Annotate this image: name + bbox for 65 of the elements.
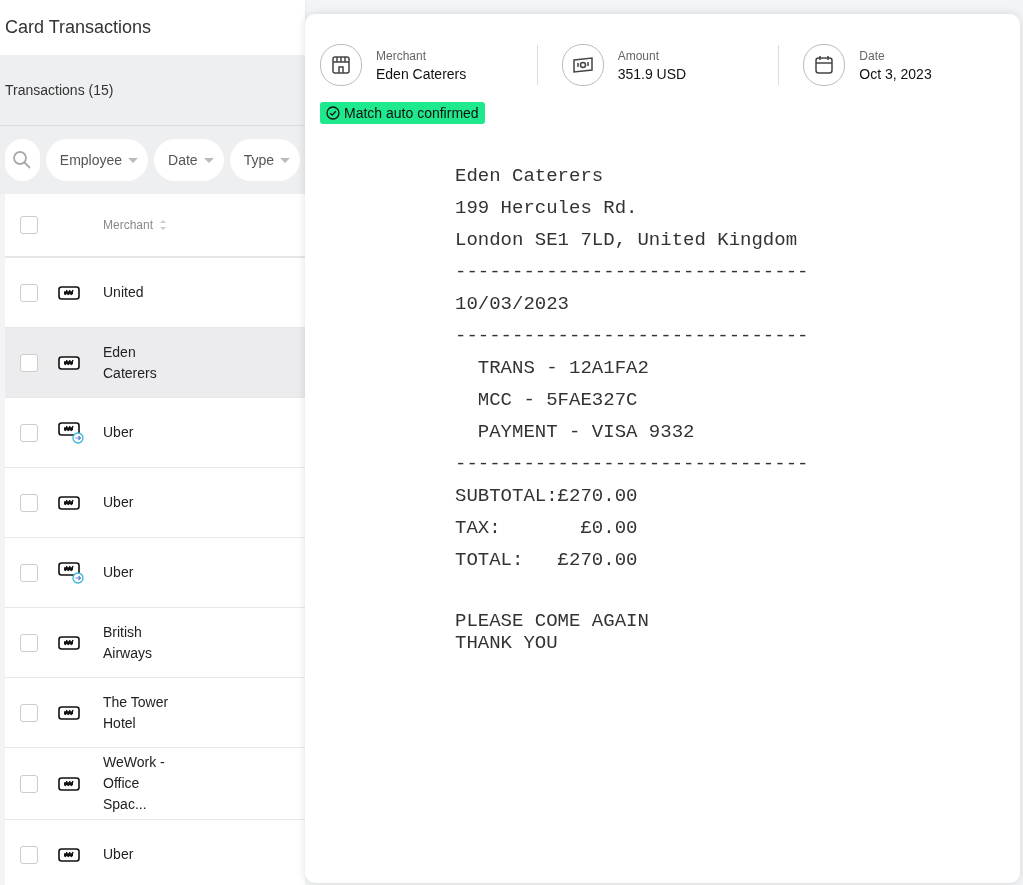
receipt-line: London SE1 7LD, United Kingdom [455,228,799,253]
receipt-line: Eden Caterers [455,164,605,189]
table-row[interactable]: Uber [5,820,305,885]
table-row[interactable]: Eden Caterers [5,328,305,398]
row-checkbox[interactable] [20,423,38,442]
row-checkbox[interactable] [20,493,38,512]
search-icon [12,150,33,170]
banknote-icon [571,54,594,76]
row-checkbox[interactable] [20,563,38,582]
table-row[interactable]: Uber [5,398,305,468]
field-value: Oct 3, 2023 [859,65,932,82]
merchant-name: Uber [103,423,135,442]
row-checkbox[interactable] [20,353,38,372]
receipt-line: TOTAL: £270.00 [455,548,639,573]
calendar-icon [813,54,836,76]
receipt-line: ------------------------------- [455,260,810,285]
search-button[interactable] [5,139,40,181]
caret-icon [128,157,139,163]
check-circle-icon [326,106,340,120]
storefront-icon [330,54,352,76]
merchant-name: Uber [103,845,135,864]
row-checkbox[interactable] [20,283,38,302]
receipt-line: PAYMENT - VISA 9332 [476,420,696,445]
select-all-checkbox[interactable] [20,216,38,234]
merchant-name: Uber [103,493,135,512]
merchant-name: United [103,283,145,302]
field-value: 351.9 USD [617,65,687,82]
sort-icon[interactable] [159,218,168,232]
field-value: Eden Caterers [376,65,467,82]
status-text: Match auto confirmed [344,105,479,121]
receipt-line: SUBTOTAL:£270.00 [455,484,639,509]
receipt-line: TAX: £0.00 [455,516,639,541]
filter-dropdown[interactable]: Employee [45,139,149,181]
page-title: Card Transactions [5,17,152,38]
field-label: Merchant [376,48,428,63]
table-row[interactable]: Uber [5,538,305,608]
receipt-line: ------------------------------- [455,324,810,349]
table-row[interactable]: British Airways [5,608,305,678]
table-row[interactable]: WeWork - Office Spac... [5,748,305,820]
merchant-name: British Airways [103,622,153,663]
row-checkbox[interactable] [20,633,38,652]
caret-icon [280,157,290,163]
receipt-line: 10/03/2023 [455,292,571,317]
receipt-line: MCC - 5FAE327C [476,388,639,413]
section-title: Transactions (15) [5,82,114,98]
filter-dropdown[interactable]: Date [154,139,224,181]
row-checkbox[interactable] [20,703,38,722]
receipt-line: THANK YOU [455,632,559,654]
receipt-line: PLEASE COME AGAIN [455,610,650,632]
row-checkbox[interactable] [20,845,38,864]
table-row[interactable]: The Tower Hotel [5,678,305,748]
receipt-line: ------------------------------- [455,452,810,477]
merchant-name: The Tower Hotel [103,692,170,733]
field-label: Amount [617,48,660,63]
field-label: Date [859,48,886,63]
filter-dropdown[interactable]: Type [229,139,300,181]
table-row[interactable]: Uber [5,468,305,538]
merchant-name: WeWork - Office Spac... [103,753,166,814]
receipt-line: 199 Hercules Rd. [455,196,639,221]
caret-icon [203,157,214,163]
merchant-name: Eden Caterers [103,342,158,383]
receipt-line: TRANS - 12A1FA2 [476,356,650,381]
merchant-name: Uber [103,563,135,582]
column-header[interactable]: Merchant [103,218,154,232]
row-checkbox[interactable] [20,774,38,793]
